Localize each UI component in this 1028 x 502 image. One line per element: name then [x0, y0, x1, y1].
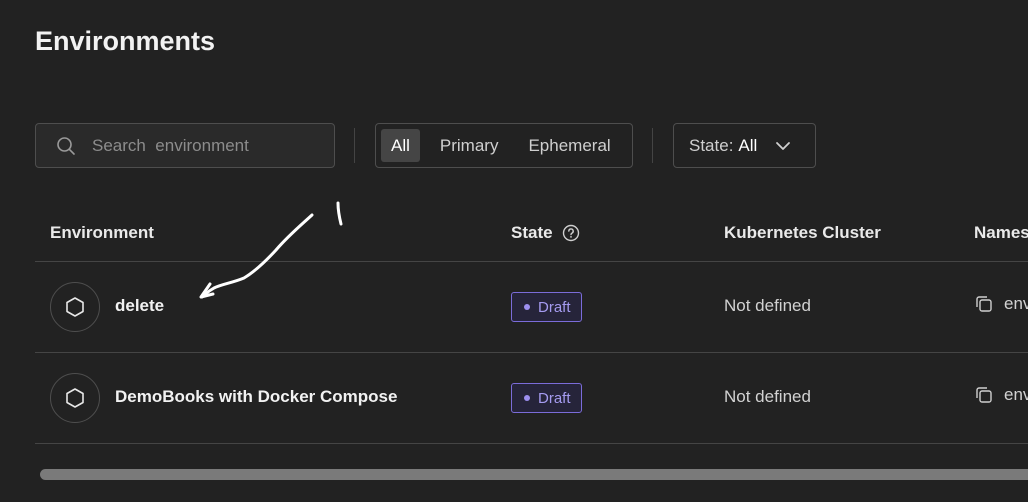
environment-type-filter: All Primary Ephemeral — [375, 123, 633, 168]
help-circle-icon[interactable] — [562, 224, 580, 242]
hexagon-icon — [50, 282, 100, 332]
column-header-state: State — [511, 223, 580, 243]
column-header-label: Names — [974, 223, 1028, 242]
environment-name-link[interactable]: delete — [115, 296, 164, 316]
copy-icon[interactable] — [974, 294, 994, 314]
namespace-value: env — [1004, 385, 1028, 404]
namespace-value: env — [1004, 294, 1028, 313]
state-filter-dropdown[interactable]: State: All — [673, 123, 816, 168]
column-header-label: State — [511, 223, 553, 242]
status-badge-label: Draft — [538, 389, 571, 407]
status-badge-label: Draft — [538, 298, 571, 316]
search-box[interactable] — [35, 123, 335, 168]
tab-all[interactable]: All — [381, 129, 420, 162]
tab-ephemeral[interactable]: Ephemeral — [518, 129, 620, 162]
divider — [652, 128, 653, 163]
namespace-cell: env — [974, 294, 1028, 314]
status-dot — [524, 304, 530, 310]
environments-page: Environments All Primary Ephemeral State… — [0, 0, 1028, 502]
tab-primary[interactable]: Primary — [430, 129, 509, 162]
row-divider — [35, 352, 1028, 353]
status-badge: Draft — [511, 292, 582, 322]
column-header-label: Environment — [50, 223, 154, 242]
status-badge: Draft — [511, 383, 582, 413]
copy-icon[interactable] — [974, 385, 994, 405]
search-input[interactable] — [92, 135, 312, 156]
annotation-arrow — [199, 201, 343, 299]
column-header-kubernetes-cluster: Kubernetes Cluster — [724, 223, 881, 243]
status-dot — [524, 395, 530, 401]
state-filter-value: All — [738, 135, 758, 155]
hexagon-icon — [50, 373, 100, 423]
row-divider — [35, 443, 1028, 444]
horizontal-scrollbar[interactable] — [40, 469, 1028, 480]
search-icon — [56, 136, 76, 156]
column-header-environment: Environment — [50, 223, 154, 243]
cluster-value: Not defined — [724, 387, 811, 406]
column-header-namespace: Names — [974, 223, 1028, 243]
environment-name-link[interactable]: DemoBooks with Docker Compose — [115, 387, 397, 407]
row-divider — [35, 261, 1028, 262]
state-filter-label: State: — [689, 135, 734, 155]
cluster-value: Not defined — [724, 296, 811, 315]
page-title: Environments — [35, 26, 216, 56]
divider — [354, 128, 355, 163]
namespace-cell: env — [974, 385, 1028, 405]
chevron-down-icon — [775, 141, 791, 151]
column-header-label: Kubernetes Cluster — [724, 223, 881, 242]
